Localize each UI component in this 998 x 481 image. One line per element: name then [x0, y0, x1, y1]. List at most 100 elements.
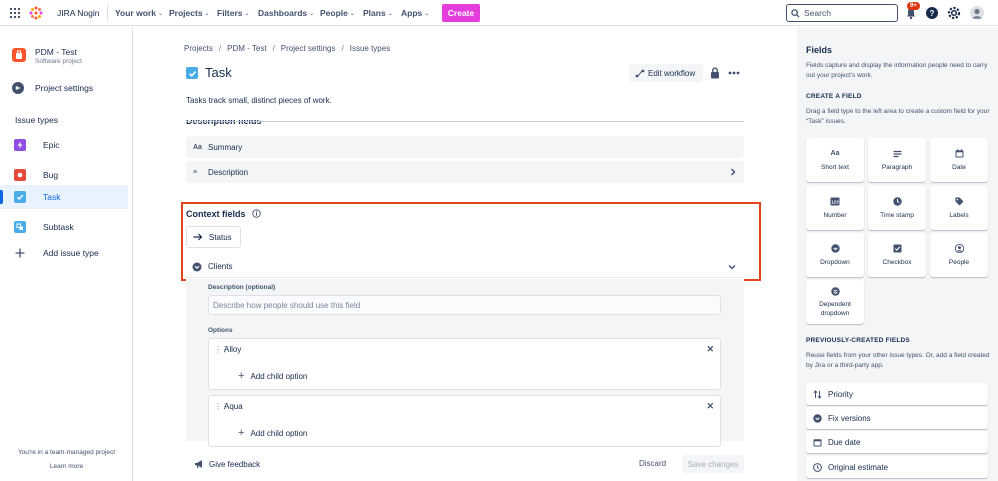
app-switcher-icon[interactable] [10, 8, 20, 18]
learn-more-link[interactable]: Learn more [0, 463, 133, 470]
prev-field-label: Priority [828, 389, 853, 399]
field-type-time-stamp[interactable]: Time stamp [868, 186, 926, 230]
field-type-number[interactable]: 123 Number [806, 186, 864, 230]
breadcrumb: Projects / PDM - Test / Project settings / Iss… [184, 44, 391, 53]
nav-label: Projects [169, 8, 203, 18]
plus-icon: + [238, 427, 245, 439]
close-icon[interactable]: ✕ [706, 344, 714, 355]
field-type-label: Checkbox [882, 258, 912, 266]
arrow-right-icon [193, 233, 203, 241]
person-icon [954, 244, 964, 254]
main-content: Projects / PDM - Test / Project settings / Iss… [134, 27, 796, 481]
prev-field-due-date[interactable]: Due date [806, 431, 988, 453]
help-icon[interactable]: ? [925, 6, 939, 20]
edit-workflow-label: Edit workflow [648, 68, 696, 78]
field-config-panel: Description (optional) Options ⋮⋮ Alloy … [186, 279, 744, 447]
sidebar-item-epic[interactable]: Epic [0, 133, 128, 157]
nav-filters[interactable]: Filters ⌄ [217, 8, 250, 18]
plus-icon [14, 247, 26, 259]
breadcrumb-project[interactable]: PDM - Test [227, 44, 266, 53]
arrow-left-icon [12, 82, 24, 94]
previously-created-heading: PREVIOUSLY-CREATED FIELDS [806, 337, 910, 344]
page-title[interactable]: Task [205, 65, 232, 80]
field-row-description[interactable]: ≡ Description [186, 161, 744, 183]
prev-field-original-estimate[interactable]: Original estimate [806, 456, 988, 478]
breadcrumb-projects[interactable]: Projects [184, 44, 213, 53]
field-row-clients[interactable]: Clients [186, 256, 744, 278]
edit-workflow-button[interactable]: Edit workflow [629, 64, 703, 82]
field-row-summary[interactable]: Aa Summary [186, 136, 744, 158]
option-name[interactable]: Aqua [224, 402, 243, 411]
jira-logo-icon[interactable] [29, 6, 43, 20]
info-icon[interactable] [252, 209, 261, 218]
sidebar-item-label: Add issue type [43, 248, 99, 258]
sidebar-item-bug[interactable]: Bug [0, 163, 128, 187]
discard-button[interactable]: Discard [639, 459, 666, 468]
field-type-checkbox[interactable]: Checkbox [868, 233, 926, 277]
dropdown-icon [830, 244, 840, 254]
field-type-dropdown[interactable]: Dropdown [806, 233, 864, 277]
bug-icon [14, 169, 26, 181]
breadcrumb-issue-types[interactable]: Issue types [350, 44, 390, 53]
breadcrumb-project-settings[interactable]: Project settings [281, 44, 336, 53]
section-divider [186, 121, 744, 122]
prev-field-label: Original estimate [828, 462, 889, 472]
close-icon[interactable]: ✕ [706, 401, 714, 412]
date-icon [955, 149, 964, 159]
field-type-label: Short text [821, 163, 849, 171]
gear-icon[interactable] [947, 6, 961, 20]
prev-field-priority[interactable]: Priority [806, 383, 988, 405]
nav-your-work[interactable]: Your work ⌄ [115, 8, 163, 18]
give-feedback-button[interactable]: Give feedback [194, 459, 260, 469]
field-description-input[interactable] [208, 295, 721, 315]
field-type-labels[interactable]: Labels [930, 186, 988, 230]
nav-plans[interactable]: Plans ⌄ [363, 8, 393, 18]
nav-projects[interactable]: Projects ⌄ [169, 8, 210, 18]
field-type-paragraph[interactable]: Paragraph [868, 138, 926, 182]
option-card[interactable]: ⋮⋮ Alloy ✕ + Add child option [208, 338, 721, 390]
option-name[interactable]: Alloy [224, 345, 241, 354]
field-type-label: People [948, 258, 970, 266]
status-label: Status [209, 232, 232, 242]
prev-field-fix-versions[interactable]: Fix versions [806, 407, 988, 429]
option-card[interactable]: ⋮⋮ Aqua ✕ + Add child option [208, 395, 721, 447]
chevron-right-icon[interactable] [730, 168, 736, 176]
save-changes-button[interactable]: Save changes [682, 455, 744, 473]
back-to-project-settings[interactable]: Project settings [12, 82, 93, 94]
nav-people[interactable]: People ⌄ [320, 8, 355, 18]
calendar-icon [813, 438, 822, 447]
field-type-short-text[interactable]: Aa Short text [806, 138, 864, 182]
more-options-icon[interactable] [728, 71, 740, 75]
field-type-people[interactable]: People [930, 233, 988, 277]
chevron-down-icon[interactable] [728, 264, 736, 270]
field-type-dependent-dropdown[interactable]: Dependent dropdown [806, 280, 864, 324]
create-field-description: Drag a field type to the left area to cr… [806, 108, 990, 125]
add-child-option-button[interactable]: + Add child option [238, 370, 307, 382]
give-feedback-label: Give feedback [209, 459, 261, 469]
nav-apps[interactable]: Apps ⌄ [401, 8, 429, 18]
lock-icon[interactable] [710, 67, 720, 79]
project-name: PDM - Test [35, 47, 77, 57]
notification-badge: 9+ [907, 2, 920, 10]
checkbox-icon [893, 244, 902, 254]
search-box[interactable] [786, 4, 898, 22]
search-input[interactable] [804, 8, 894, 18]
sidebar-item-subtask[interactable]: Subtask [0, 215, 128, 239]
avatar[interactable] [970, 6, 984, 20]
add-issue-type-button[interactable]: Add issue type [0, 241, 128, 265]
prev-field-label: Due date [828, 437, 861, 447]
svg-text:?: ? [930, 9, 935, 18]
field-type-date[interactable]: Date [930, 138, 988, 182]
sidebar-item-label: Subtask [43, 222, 74, 232]
sidebar-item-task[interactable]: Task [0, 185, 128, 209]
field-type-label: Labels [949, 211, 969, 219]
project-type: Software project [35, 58, 82, 65]
dependent-dropdown-icon [830, 286, 840, 296]
add-child-option-button[interactable]: + Add child option [238, 427, 307, 439]
project-avatar[interactable] [12, 48, 26, 62]
nav-label: Dashboards [258, 8, 308, 18]
create-button[interactable]: Create [442, 4, 480, 22]
site-name[interactable]: JIRA Nogin [57, 8, 100, 18]
status-field[interactable]: Status [186, 226, 241, 248]
nav-dashboards[interactable]: Dashboards ⌄ [258, 8, 314, 18]
